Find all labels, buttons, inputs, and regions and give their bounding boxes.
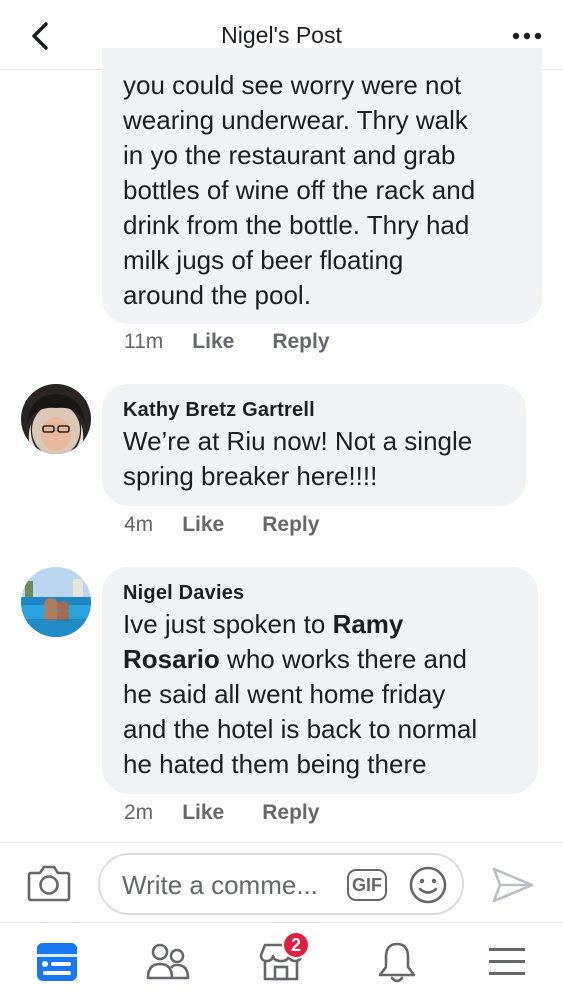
comment-author[interactable]: Kathy Bretz Gartrell: [123, 396, 505, 424]
comment-input[interactable]: Write a comme... GIF: [98, 853, 464, 915]
like-button[interactable]: Like: [192, 330, 234, 354]
avatar[interactable]: [21, 384, 91, 454]
comment-text: you could see worry were not wearing und…: [123, 70, 476, 310]
mentioned-user[interactable]: Ramy: [333, 609, 404, 639]
menu-icon: [489, 948, 525, 975]
notification-badge: 2: [282, 931, 310, 959]
tab-notifications[interactable]: [372, 937, 422, 987]
groups-icon: [146, 943, 190, 980]
reply-button[interactable]: Reply: [262, 801, 319, 825]
comment-meta: 2m Like Reply: [124, 801, 319, 825]
comment-bubble[interactable]: Kathy Bretz Gartrell We’re at Riu now! N…: [102, 384, 526, 506]
tab-groups[interactable]: [143, 937, 193, 987]
bottom-tab-bar: 2: [0, 922, 563, 1000]
mentioned-user[interactable]: Rosario: [123, 644, 220, 674]
reply-button[interactable]: Reply: [272, 330, 329, 354]
comment-meta: 4m Like Reply: [124, 513, 319, 537]
page-title: Nigel's Post: [221, 22, 342, 48]
tab-marketplace[interactable]: 2: [256, 931, 310, 987]
like-button[interactable]: Like: [182, 513, 224, 537]
tab-menu[interactable]: [482, 937, 532, 987]
comment-time: 11m: [124, 330, 164, 353]
comment-time: 4m: [124, 513, 154, 536]
avatar[interactable]: [21, 567, 91, 637]
bell-icon: [378, 942, 416, 983]
news-feed-icon: [37, 943, 77, 981]
camera-icon: [27, 865, 71, 902]
comment-composer: Write a comme... GIF: [0, 842, 563, 922]
send-icon: [492, 867, 534, 903]
more-horizontal-icon: [512, 32, 542, 40]
comment-time: 2m: [124, 801, 154, 824]
comment-meta: 11m Like Reply: [124, 330, 330, 354]
like-button[interactable]: Like: [182, 801, 224, 825]
send-button[interactable]: [490, 865, 536, 905]
comment-text: Ive just spoken to Ramy Rosario who work…: [123, 609, 478, 779]
tab-news-feed[interactable]: [32, 937, 82, 987]
smiley-icon: [409, 866, 447, 904]
comment-input-placeholder: Write a comme...: [122, 870, 319, 900]
emoji-button[interactable]: [408, 865, 448, 905]
gif-button[interactable]: GIF: [347, 869, 387, 901]
comment-bubble[interactable]: you could see worry were not wearing und…: [102, 48, 542, 324]
camera-button[interactable]: [26, 863, 72, 903]
comment-bubble[interactable]: Nigel Davies Ive just spoken to Ramy Ros…: [102, 567, 538, 794]
comment-author[interactable]: Nigel Davies: [123, 579, 517, 607]
comment-text: We’re at Riu now! Not a single spring br…: [123, 426, 473, 491]
reply-button[interactable]: Reply: [262, 513, 319, 537]
